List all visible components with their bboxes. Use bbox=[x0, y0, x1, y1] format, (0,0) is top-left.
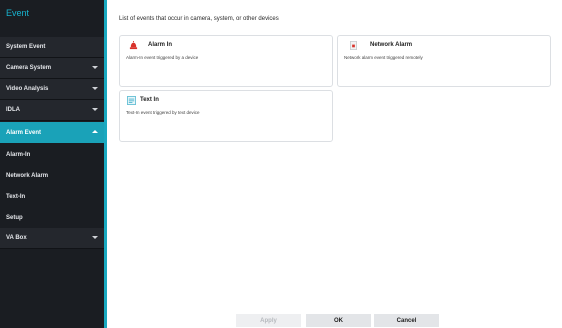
chevron-down-icon bbox=[92, 108, 98, 111]
sidebar-item-label: Camera System bbox=[6, 65, 52, 71]
card-description: Text-In event triggered by text device bbox=[126, 110, 200, 115]
sidebar-item-camera-system[interactable]: Camera System bbox=[0, 58, 104, 79]
chevron-down-icon bbox=[92, 87, 98, 90]
sidebar-item-label: Alarm-In bbox=[6, 151, 31, 158]
sidebar-item-alarm-in[interactable]: Alarm-In bbox=[0, 144, 104, 165]
card-title: Text In bbox=[140, 97, 159, 103]
sidebar-item-text-in[interactable]: Text-In bbox=[0, 186, 104, 207]
apply-button[interactable]: Apply bbox=[236, 314, 301, 327]
sidebar-item-setup[interactable]: Setup bbox=[0, 207, 104, 228]
chevron-down-icon bbox=[92, 236, 98, 239]
text-in-icon bbox=[127, 96, 136, 105]
event-card-alarm-in[interactable]: Alarm In Alarm-In event triggered by a d… bbox=[119, 35, 333, 87]
sidebar-item-label: Network Alarm bbox=[6, 172, 49, 179]
sidebar-item-label: VA Box bbox=[6, 235, 27, 241]
sidebar-item-label: Video Analysis bbox=[6, 86, 49, 92]
sidebar-item-network-alarm[interactable]: Network Alarm bbox=[0, 165, 104, 186]
sidebar-accent-bar bbox=[104, 0, 107, 328]
sidebar-item-label: IDLA bbox=[6, 107, 20, 113]
event-card-text-in[interactable]: Text In Text-In event triggered by text … bbox=[119, 90, 333, 142]
chevron-up-icon bbox=[92, 130, 98, 133]
network-alarm-icon bbox=[350, 41, 357, 50]
sidebar-item-label: Text-In bbox=[6, 193, 26, 200]
event-card-network-alarm[interactable]: Network Alarm Network alarm event trigge… bbox=[337, 35, 551, 87]
sidebar-item-label: System Event bbox=[6, 44, 46, 50]
sidebar-item-system-event[interactable]: System Event bbox=[0, 37, 104, 58]
sidebar-item-video-analysis[interactable]: Video Analysis bbox=[0, 79, 104, 100]
sidebar-item-label: Setup bbox=[6, 214, 23, 221]
card-title: Network Alarm bbox=[370, 42, 413, 48]
ok-button[interactable]: OK bbox=[306, 314, 371, 327]
card-title: Alarm In bbox=[148, 42, 173, 48]
sidebar-item-va-box[interactable]: VA Box bbox=[0, 228, 104, 249]
card-description: Network alarm event triggered remotely bbox=[344, 55, 423, 60]
sidebar-item-label: Alarm Event bbox=[6, 129, 42, 136]
sidebar-item-idla[interactable]: IDLA bbox=[0, 100, 104, 121]
card-description: Alarm-In event triggered by a device bbox=[126, 55, 199, 60]
chevron-down-icon bbox=[92, 66, 98, 69]
page-description: List of events that occur in camera, sys… bbox=[119, 16, 279, 22]
cancel-button[interactable]: Cancel bbox=[374, 314, 439, 327]
sidebar-item-alarm-event[interactable]: Alarm Event bbox=[0, 122, 104, 143]
sidebar-title: Event bbox=[6, 8, 30, 18]
alarm-icon bbox=[129, 41, 138, 50]
